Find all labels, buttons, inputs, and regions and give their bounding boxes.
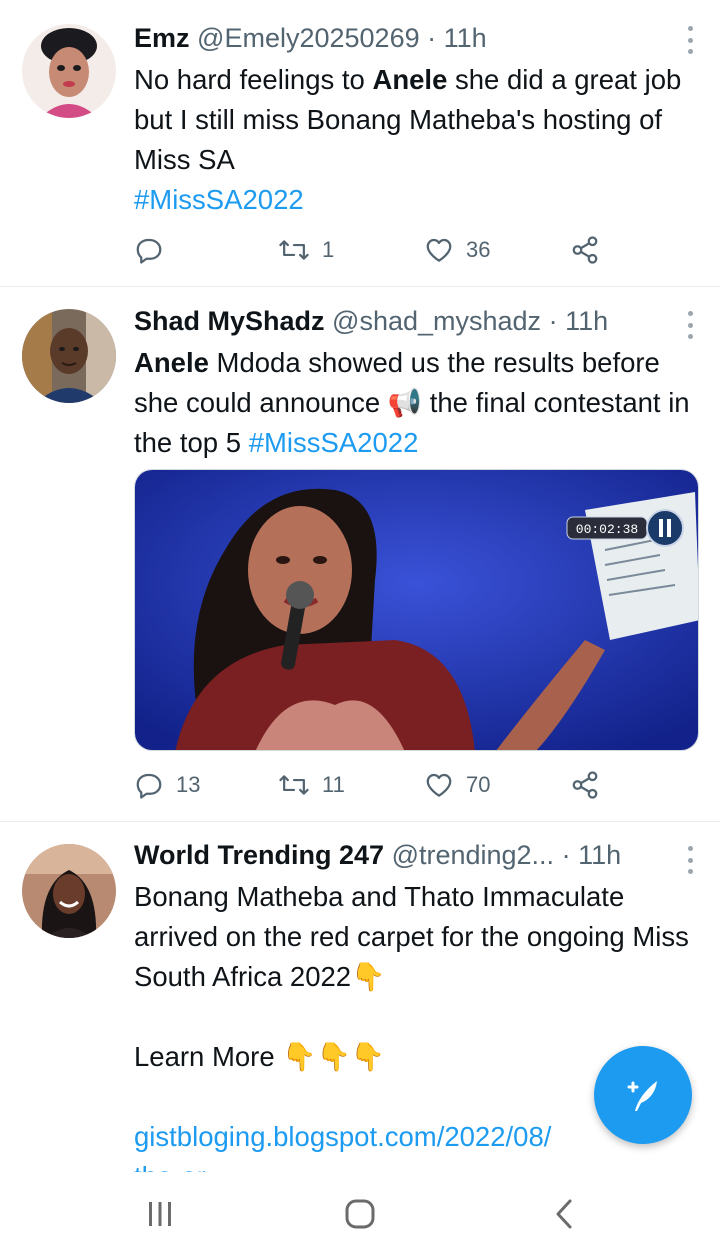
author-name[interactable]: World Trending 247 [134,840,384,870]
like-count: 36 [466,237,491,262]
tweet-1[interactable]: Emz @Emely20250269 · 11h No hard feeling… [0,0,720,286]
avatar[interactable] [22,844,116,938]
recents-icon [149,1202,171,1226]
tweet-header: Emz @Emely20250269 · 11h [134,22,690,54]
tweet-time[interactable]: · 11h [562,840,622,870]
recents-button[interactable] [140,1196,180,1232]
author-handle[interactable]: @Emely20250269 [197,23,420,53]
retweet-count: 11 [322,772,345,797]
retweet-button[interactable]: 1 [278,232,334,268]
tweet-text: Anele Mdoda showed us the results before… [134,343,690,463]
avatar[interactable] [22,309,116,403]
reply-button[interactable]: 13 [134,767,200,803]
text-bold-segment: Anele [372,64,448,95]
text-bold-segment: Anele [134,347,209,378]
like-button[interactable]: 36 [424,232,490,268]
text-segment: Bonang Matheba and Thato Immaculate arri… [134,881,689,992]
like-count: 70 [466,772,491,797]
compose-tweet-icon [627,1081,657,1111]
text-segment: No hard feelings to [134,64,373,95]
heart-icon [426,773,452,797]
hashtag-link[interactable]: #MissSA2022 [134,184,304,215]
retweet-count: 1 [322,237,335,262]
reply-count: 13 [176,772,201,797]
tweet-image[interactable]: 00:02:38 [134,469,699,751]
author-name[interactable]: Emz [134,23,190,53]
timer-text: 00:02:38 [576,522,638,537]
avatar[interactable] [22,24,116,118]
share-icon [572,771,598,799]
article-link[interactable]: gistbloging.blogspot.com/2022/08/ [134,1121,551,1152]
article-link-continued[interactable]: the-or [134,1161,206,1172]
tweet-time[interactable]: · 11h [549,306,609,336]
megaphone-emoji: 📢 [387,387,423,418]
retweet-icon [279,775,309,795]
tweet-2[interactable]: Shad MyShadz @shad_myshadz · 11h Anele M… [0,286,720,821]
pointing-down-emojis: 👇👇👇 [282,1041,386,1072]
pointing-down-emoji: 👇 [351,961,386,992]
reply-icon [136,238,162,264]
tweet-text: No hard feelings to Anele she did a grea… [134,60,690,220]
back-icon [556,1199,572,1229]
compose-tweet-button[interactable] [594,1046,692,1144]
author-name[interactable]: Shad MyShadz [134,306,325,336]
tweet-header: World Trending 247 @trending2... · 11h [134,839,690,871]
system-navigation-bar [0,1172,720,1256]
tweet-time[interactable]: · 11h [427,23,487,53]
back-button[interactable] [544,1196,584,1232]
share-button[interactable] [570,232,600,268]
tweet-header: Shad MyShadz @shad_myshadz · 11h [134,305,690,337]
reply-button[interactable] [134,232,164,268]
heart-icon [426,238,452,262]
hashtag-link[interactable]: #MissSA2022 [249,427,419,458]
reply-icon [136,773,162,799]
retweet-icon [279,240,309,260]
retweet-button[interactable]: 11 [278,767,345,803]
home-button[interactable] [338,1196,382,1232]
author-handle[interactable]: @shad_myshadz [332,306,541,336]
home-icon [345,1199,375,1229]
like-button[interactable]: 70 [424,767,490,803]
author-handle[interactable]: @trending2... [392,840,555,870]
share-button[interactable] [570,767,600,803]
share-icon [572,236,598,264]
learn-more-text: Learn More [134,1041,275,1072]
